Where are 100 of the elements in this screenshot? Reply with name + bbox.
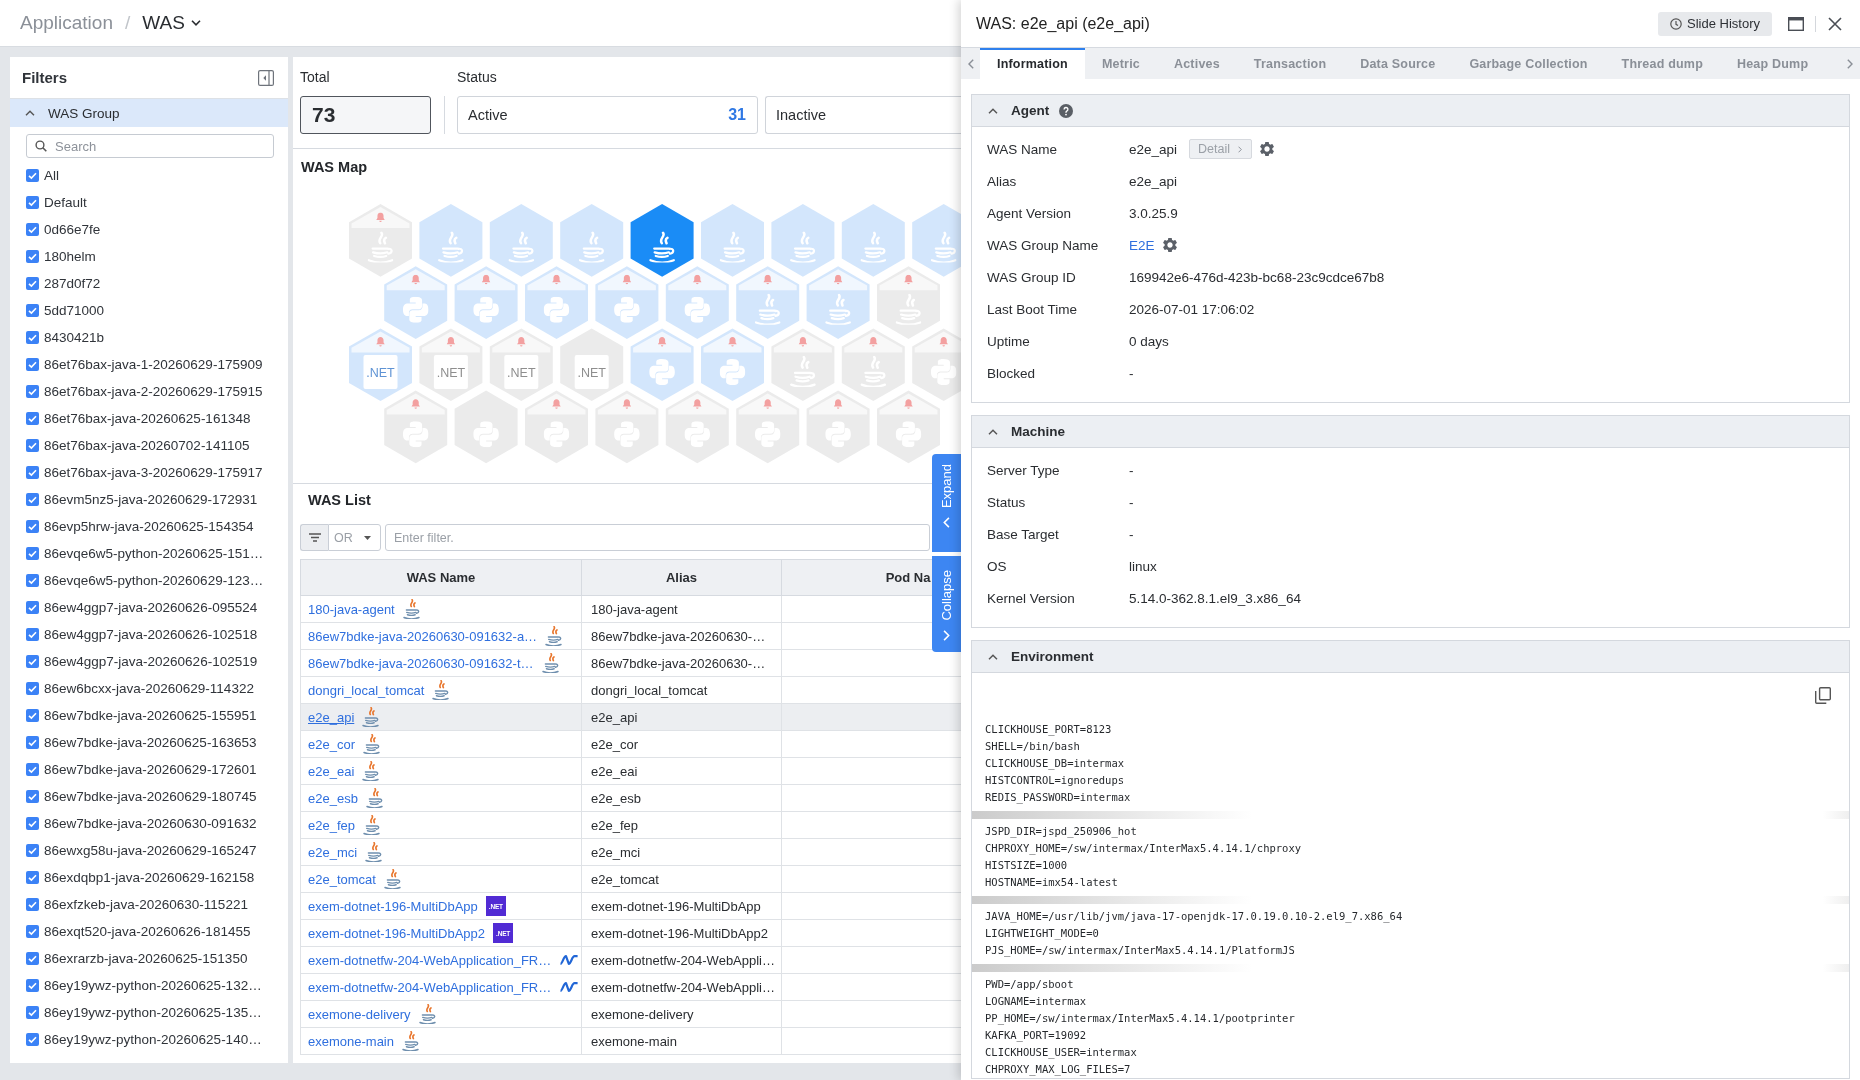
checkbox-label[interactable]: 86exdqbp1-java-20260629-162158	[44, 870, 255, 885]
checkbox-label[interactable]: 8430421b	[44, 330, 105, 345]
checkbox[interactable]	[26, 601, 39, 614]
table-row[interactable]: e2e_fep e2e_fep	[300, 811, 961, 839]
table-row[interactable]: e2e_eai e2e_eai	[300, 757, 961, 785]
was-node[interactable]	[630, 328, 694, 402]
table-row[interactable]: exemone-delivery exemone-delivery	[300, 1000, 961, 1028]
checkbox-label[interactable]: 86ew7bdke-java-20260625-155951	[44, 708, 257, 723]
checkbox-label[interactable]: 86evm5nz5-java-20260629-172931	[44, 492, 258, 507]
was-node[interactable]	[665, 266, 729, 339]
copy-icon[interactable]	[1815, 687, 1831, 704]
checkbox-label[interactable]: 86ey19ywz-python-20260625-135…	[44, 1005, 262, 1020]
table-row[interactable]: e2e_mci e2e_mci	[300, 838, 961, 866]
checkbox[interactable]	[26, 547, 39, 560]
checkbox-label[interactable]: 180helm	[44, 249, 96, 264]
was-name-link[interactable]: e2e_fep	[308, 817, 355, 833]
was-name-link[interactable]: exem-dotnet-196-MultiDbApp2	[308, 925, 486, 941]
checkbox-label[interactable]: 86ew7bdke-java-20260625-163653	[44, 735, 257, 750]
checkbox[interactable]	[26, 169, 39, 182]
checkbox[interactable]	[26, 439, 39, 452]
checkbox-label[interactable]: 86ewxg58u-java-20260629-165247	[44, 843, 257, 858]
checkbox-label[interactable]: 86ew6bcxx-java-20260629-114322	[44, 681, 254, 696]
checkbox[interactable]	[26, 520, 39, 533]
checkbox[interactable]	[26, 412, 39, 425]
was-name-link[interactable]: exem-dotnet-196-MultiDbApp	[308, 898, 478, 914]
group-link[interactable]: E2E	[1129, 237, 1155, 253]
checkbox[interactable]	[26, 628, 39, 641]
table-row[interactable]: exemone-main exemone-main	[300, 1027, 961, 1055]
checkbox[interactable]	[26, 655, 39, 668]
checkbox[interactable]	[26, 925, 39, 938]
checkbox[interactable]	[26, 763, 39, 776]
table-row[interactable]: dongri_local_tomcat dongri_local_tomcat	[300, 676, 961, 704]
table-row[interactable]: exem-dotnetfw-204-WebApplication_FR… exem-dotnetfw-204-WebAppli…	[300, 973, 961, 1001]
was-name-link[interactable]: exemone-main	[308, 1033, 394, 1049]
table-row[interactable]: e2e_cor e2e_cor	[300, 730, 961, 758]
was-node[interactable]	[771, 204, 835, 277]
settings-icon[interactable]	[1260, 142, 1275, 156]
checkbox[interactable]	[26, 952, 39, 965]
was-node[interactable]	[841, 204, 905, 277]
checkbox[interactable]	[26, 790, 39, 803]
checkbox-label[interactable]: 86exrarzb-java-20260625-151350	[44, 951, 248, 966]
was-name-link[interactable]: e2e_mci	[308, 844, 358, 860]
was-node[interactable]	[806, 266, 870, 339]
was-name-link[interactable]: e2e_eai	[308, 763, 355, 779]
was-name-link[interactable]: 180-java-agent	[308, 601, 395, 617]
table-row[interactable]: e2e_esb e2e_esb	[300, 784, 961, 812]
checkbox-label[interactable]: 86evp5hrw-java-20260625-154354	[44, 519, 254, 534]
checkbox-label[interactable]: 86ew7bdke-java-20260630-091632	[44, 816, 257, 831]
was-node[interactable]	[841, 328, 905, 402]
was-name-link[interactable]: e2e_tomcat	[308, 871, 376, 887]
slide-history-button[interactable]: Slide History	[1658, 11, 1772, 36]
checkbox-label[interactable]: 86ew4ggp7-java-20260626-102518	[44, 627, 258, 642]
checkbox-label[interactable]: 86ew4ggp7-java-20260626-095524	[44, 600, 258, 615]
was-node[interactable]	[384, 390, 448, 464]
was-node[interactable]	[454, 266, 518, 339]
search-input[interactable]: Search	[55, 138, 273, 154]
status-card[interactable]: Inactive	[765, 96, 961, 134]
page-dropdown[interactable]: WAS	[142, 12, 201, 34]
column-header[interactable]: WAS Name	[300, 559, 582, 596]
group-header[interactable]: WAS Group	[10, 99, 288, 127]
side-toggle-button[interactable]: Collapse	[932, 556, 961, 652]
checkbox[interactable]	[26, 817, 39, 830]
was-node[interactable]	[595, 390, 659, 464]
was-node[interactable]	[489, 204, 553, 277]
was-node[interactable]	[701, 204, 764, 277]
status-card[interactable]: Active 31	[457, 96, 758, 134]
was-node[interactable]	[701, 328, 764, 402]
help-icon[interactable]	[1059, 103, 1074, 118]
checkbox-label[interactable]: 86evqe6w5-python-20260625-151…	[44, 546, 264, 561]
checkbox-label[interactable]: 86et76bax-java-20260625-161348	[44, 411, 251, 426]
checkbox-label[interactable]: Default	[44, 195, 87, 210]
checkbox[interactable]	[26, 1006, 39, 1019]
chevron-up-icon[interactable]	[988, 653, 998, 660]
column-header[interactable]: Alias	[581, 559, 782, 596]
checkbox-label[interactable]: 86et76bax-java-20260702-141105	[44, 438, 250, 453]
checkbox-label[interactable]: 86evqe6w5-python-20260629-123…	[44, 573, 264, 588]
checkbox[interactable]	[26, 709, 39, 722]
was-node[interactable]	[912, 328, 961, 402]
was-node[interactable]	[525, 266, 588, 339]
checkbox[interactable]	[26, 223, 39, 236]
was-node[interactable]	[419, 204, 483, 277]
chevron-up-icon[interactable]	[25, 110, 35, 116]
was-node[interactable]	[912, 204, 961, 277]
side-toggle-button[interactable]: Expand	[932, 454, 961, 552]
checkbox-label[interactable]: 287d0f72	[44, 276, 101, 291]
checkbox-label[interactable]: 86ew4ggp7-java-20260626-102519	[44, 654, 258, 669]
was-node[interactable]	[665, 390, 729, 464]
checkbox[interactable]	[26, 331, 39, 344]
chevron-up-icon[interactable]	[988, 428, 998, 435]
filter-input[interactable]: Enter filter.	[385, 524, 930, 551]
checkbox-label[interactable]: 0d66e7fe	[44, 222, 101, 237]
checkbox[interactable]	[26, 493, 39, 506]
was-node[interactable]	[560, 204, 624, 277]
checkbox[interactable]	[26, 385, 39, 398]
checkbox[interactable]	[26, 736, 39, 749]
checkbox-label[interactable]: 86et76bax-java-1-20260629-175909	[44, 357, 263, 372]
checkbox[interactable]	[26, 277, 39, 290]
tab[interactable]: Information	[980, 48, 1085, 79]
checkbox-label[interactable]: 86exfzkeb-java-20260630-115221	[44, 897, 248, 912]
checkbox[interactable]	[26, 898, 39, 911]
